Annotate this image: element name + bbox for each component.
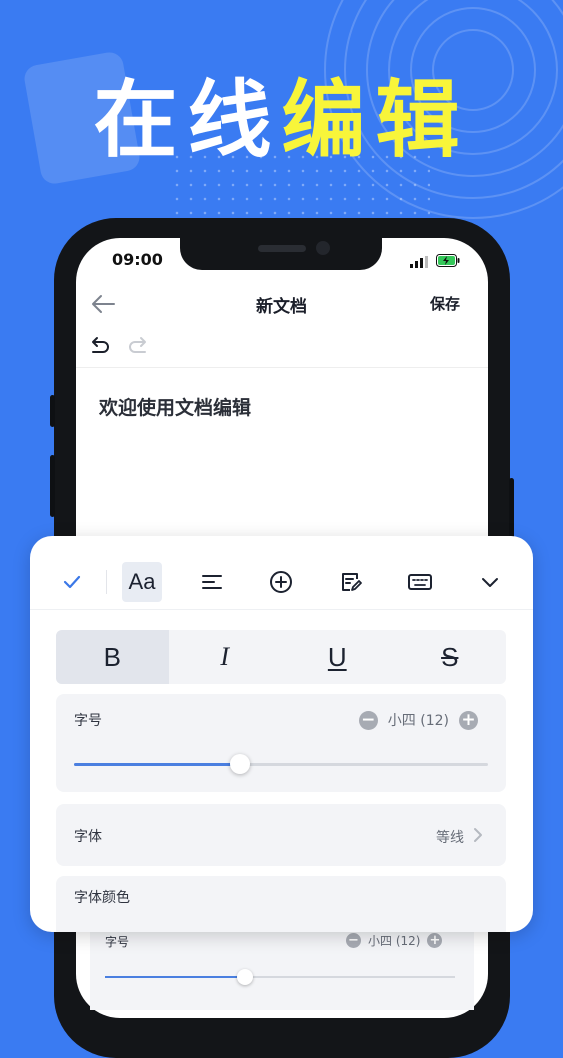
phone-side-button xyxy=(50,395,55,427)
minus-icon: − xyxy=(346,933,361,948)
keyboard-icon[interactable] xyxy=(400,562,440,602)
slider-thumb xyxy=(237,969,253,985)
align-icon[interactable] xyxy=(192,562,232,602)
slider-fill xyxy=(105,976,245,978)
background-font-size-value: 小四 (12) xyxy=(368,934,421,948)
phone-notch xyxy=(180,238,382,270)
slider-fill xyxy=(74,763,240,766)
font-family-value: 等线 xyxy=(436,830,464,846)
slider-thumb[interactable] xyxy=(229,754,250,774)
headline: 在线编辑 xyxy=(0,70,563,170)
font-family-row[interactable]: 字体 等线 xyxy=(56,804,506,866)
font-style-glyph: Aa xyxy=(128,569,156,594)
chevron-down-icon[interactable] xyxy=(470,562,510,602)
font-size-label: 字号 xyxy=(74,713,102,729)
front-camera xyxy=(316,241,330,255)
add-circle-icon[interactable] xyxy=(261,562,301,602)
font-size-slider[interactable] xyxy=(74,754,488,774)
undo-icon[interactable] xyxy=(88,334,112,358)
font-color-row[interactable]: 字体颜色 xyxy=(56,876,506,932)
format-buttons: B I U S xyxy=(56,630,506,684)
underline-button[interactable]: U xyxy=(281,630,394,684)
toolbar-separator xyxy=(106,570,107,594)
toolbar-bottom-divider xyxy=(30,609,533,610)
font-family-label: 字体 xyxy=(74,829,102,845)
page-title: 新文档 xyxy=(256,297,307,317)
font-color-label: 字体颜色 xyxy=(74,890,130,906)
background-font-size-slider xyxy=(105,969,455,985)
speaker-grille xyxy=(258,245,306,252)
format-panel: Aa B I U S 字号 − 小四 (12) + 字体 等线 字体颜色 xyxy=(30,536,533,932)
battery-charging-icon xyxy=(436,254,460,267)
bold-button[interactable]: B xyxy=(56,630,169,684)
headline-part-1: 在线 xyxy=(93,71,282,169)
save-button[interactable]: 保存 xyxy=(430,293,460,314)
toolbar-divider xyxy=(76,367,488,368)
document-body[interactable]: 欢迎使用文档编辑 xyxy=(99,393,251,420)
status-time: 09:00 xyxy=(112,250,163,269)
check-icon[interactable] xyxy=(52,562,92,602)
note-edit-icon[interactable] xyxy=(331,562,371,602)
headline-part-2: 编辑 xyxy=(281,71,470,169)
font-size-value: 小四 (12) xyxy=(387,713,449,729)
italic-button[interactable]: I xyxy=(169,630,282,684)
redo-icon[interactable] xyxy=(126,334,150,358)
background-font-size-label: 字号 xyxy=(105,935,130,949)
strikethrough-button[interactable]: S xyxy=(394,630,507,684)
font-size-control: − 小四 (12) + xyxy=(358,710,478,730)
signal-icon xyxy=(410,256,428,268)
plus-icon: + xyxy=(427,933,443,948)
chevron-right-icon xyxy=(474,828,482,842)
phone-side-button xyxy=(50,455,55,517)
increase-font-size-button[interactable]: + xyxy=(459,710,478,730)
decrease-font-size-button[interactable]: − xyxy=(358,710,378,730)
font-style-icon[interactable]: Aa xyxy=(122,562,162,602)
font-size-card: 字号 − 小四 (12) + xyxy=(56,694,506,792)
background-font-size-control: − 小四 (12) + xyxy=(346,932,443,949)
